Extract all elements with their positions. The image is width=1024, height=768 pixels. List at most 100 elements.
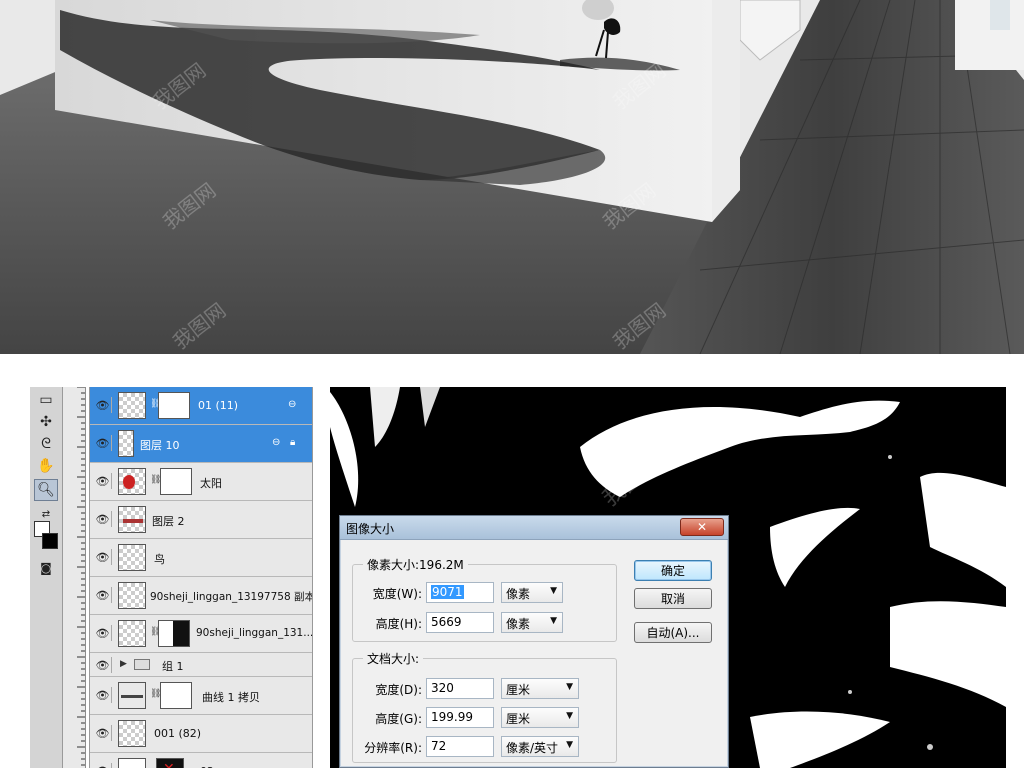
layer-mask-thumbnail: [160, 682, 192, 709]
layer-row[interactable]: 👁︎ ⛓ 01 (11) ⊖: [90, 387, 312, 425]
layer-thumbnail: [118, 758, 146, 768]
layer-row[interactable]: 👁︎ 001 (82): [90, 715, 312, 753]
eye-icon[interactable]: 👁︎: [94, 587, 112, 603]
width-unit-select[interactable]: 像素 ▼: [501, 582, 563, 603]
lasso-tool-icon[interactable]: ᘓ: [34, 433, 58, 455]
layer-name: 图层 10: [140, 439, 180, 452]
layer-mask-thumbnail: ✕: [156, 758, 184, 768]
layer-mask-thumbnail: [158, 392, 190, 419]
resolution-unit: 像素/英寸: [506, 741, 559, 755]
mask-white-region: [159, 621, 173, 646]
chevron-down-icon: ▼: [550, 586, 557, 596]
expand-arrow-icon[interactable]: ▶: [120, 659, 127, 669]
layer-row[interactable]: 👁︎ 图层 2: [90, 501, 312, 539]
layer-name: 太阳: [200, 477, 222, 490]
layer-row[interactable]: 👁︎ 90sheji_linggan_13197758 副本: [90, 577, 313, 615]
layer-name: 鸟: [154, 553, 165, 566]
link-icon: ⊖: [272, 437, 281, 448]
layer-row[interactable]: 👁︎ 图层 10 ⊖ 🔒︎: [90, 425, 312, 463]
sun-shape: [123, 475, 135, 489]
background-color-swatch[interactable]: [42, 533, 58, 549]
layer-name: 90sheji_linggan_13197758 副本: [150, 591, 313, 603]
close-button[interactable]: ✕: [680, 518, 724, 536]
height-label: 高度(H):: [375, 617, 422, 631]
marquee-tool-icon[interactable]: ▭: [34, 389, 58, 411]
resolution-field[interactable]: 72: [426, 736, 494, 757]
folder-icon: [134, 659, 150, 670]
dialog-titlebar[interactable]: 图像大小 ✕: [340, 516, 728, 540]
width-unit: 像素: [506, 587, 531, 601]
doc-width-unit: 厘米: [506, 683, 531, 697]
screenshot-root: 我图网 我图网 我图网 我图网 我图网 我图网 ▭ ✣ ᘓ ✋ 🔍︎ ⇄ ◙ 👁…: [0, 0, 1024, 768]
layer-name: 组 1: [162, 660, 184, 673]
layer-mask-thumbnail: [160, 468, 192, 495]
dialog-title: 图像大小: [346, 522, 395, 536]
tools-panel: ▭ ✣ ᘓ ✋ 🔍︎ ⇄ ◙: [30, 387, 63, 768]
height-unit: 像素: [506, 617, 531, 631]
eye-icon[interactable]: 👁︎: [94, 397, 112, 413]
eye-icon[interactable]: 👁︎: [94, 549, 112, 565]
layer-name: 01 (11): [198, 399, 239, 412]
layer-thumbnail: [118, 620, 146, 647]
chevron-down-icon: ▼: [566, 740, 573, 750]
layer-preview-stroke: [123, 519, 143, 523]
eye-icon[interactable]: 👁︎: [94, 687, 112, 703]
office-mockup-image: 我图网 我图网 我图网 我图网 我图网 我图网: [0, 0, 1024, 354]
width-value: 9071: [431, 585, 464, 599]
curve-glyph: [121, 695, 143, 698]
width-field[interactable]: 9071: [426, 582, 494, 603]
height-field[interactable]: 5669: [426, 612, 494, 633]
layer-row[interactable]: 👁︎ ⛓ 90sheji_linggan_131...: [90, 615, 313, 653]
doc-height-unit-select[interactable]: 厘米 ▼: [501, 707, 579, 728]
quick-mask-icon[interactable]: ◙: [34, 557, 58, 579]
link-icon: ⊖: [288, 399, 297, 410]
chevron-down-icon: ▼: [550, 616, 557, 626]
layer-name: 001 (82): [154, 727, 202, 740]
layer-row[interactable]: 👁︎ 鸟: [90, 539, 312, 577]
layer-row[interactable]: 👁︎ ⛓ 太阳: [90, 463, 312, 501]
eye-icon[interactable]: 👁︎: [94, 725, 112, 741]
doc-width-field[interactable]: 320: [426, 678, 494, 699]
auto-button[interactable]: 自动(A)...: [634, 622, 712, 643]
vertical-ruler: [63, 387, 86, 768]
layer-name: 图层 2: [152, 515, 185, 528]
layer-row[interactable]: 👁︎ ⛓ 曲线 1 拷贝: [90, 677, 312, 715]
layer-name: 曲线 1 拷贝: [202, 691, 260, 704]
eye-icon[interactable]: 👁︎: [94, 473, 112, 489]
chevron-down-icon: ▼: [566, 682, 573, 692]
doc-height-label: 高度(G):: [375, 712, 422, 726]
document-size-legend: 文档大小:: [363, 650, 424, 667]
layer-thumbnail: [118, 430, 134, 457]
hand-tool-icon[interactable]: ✋: [34, 455, 58, 477]
layer-thumbnail: [118, 544, 146, 571]
image-size-dialog: 图像大小 ✕ 像素大小:196.2M 宽度(W): 9071 像素 ▼ 高度(H)…: [339, 515, 729, 768]
eye-icon[interactable]: 👁︎: [94, 657, 112, 673]
layer-thumbnail: [118, 582, 146, 609]
layer-row[interactable]: 👁︎ ✕ 02: [90, 753, 312, 768]
doc-height-field[interactable]: 199.99: [426, 707, 494, 728]
resolution-label: 分辨率(R):: [364, 741, 422, 755]
resolution-unit-select[interactable]: 像素/英寸 ▼: [501, 736, 579, 757]
zoom-tool-icon[interactable]: 🔍︎: [34, 479, 58, 501]
eye-icon[interactable]: 👁︎: [94, 763, 112, 768]
eye-icon[interactable]: 👁︎: [94, 435, 112, 451]
doc-width-unit-select[interactable]: 厘米 ▼: [501, 678, 579, 699]
layer-thumbnail: [118, 392, 146, 419]
red-x-glyph: ✕: [163, 761, 175, 768]
layer-group-row[interactable]: 👁︎ ▶ 组 1: [90, 653, 312, 677]
pixel-dimensions-legend: 像素大小:196.2M: [363, 556, 468, 573]
quick-selection-tool-icon[interactable]: ✣: [34, 411, 58, 433]
adjustment-layer-icon: [118, 682, 146, 709]
cancel-button[interactable]: 取消: [634, 588, 712, 609]
height-unit-select[interactable]: 像素 ▼: [501, 612, 563, 633]
eye-icon[interactable]: 👁︎: [94, 511, 112, 527]
layers-panel: 👁︎ ⛓ 01 (11) ⊖ 👁︎ 图层 10 ⊖ 🔒︎ 👁︎ ⛓ 太阳 👁︎ …: [89, 387, 313, 768]
layer-thumbnail: [118, 720, 146, 747]
doc-width-label: 宽度(D):: [375, 683, 422, 697]
ok-button[interactable]: 确定: [634, 560, 712, 581]
layer-mask-thumbnail: [158, 620, 190, 647]
eye-icon[interactable]: 👁︎: [94, 625, 112, 641]
width-label: 宽度(W):: [372, 587, 422, 601]
layer-name: 90sheji_linggan_131...: [196, 627, 313, 639]
layer-thumbnail: [118, 506, 146, 533]
